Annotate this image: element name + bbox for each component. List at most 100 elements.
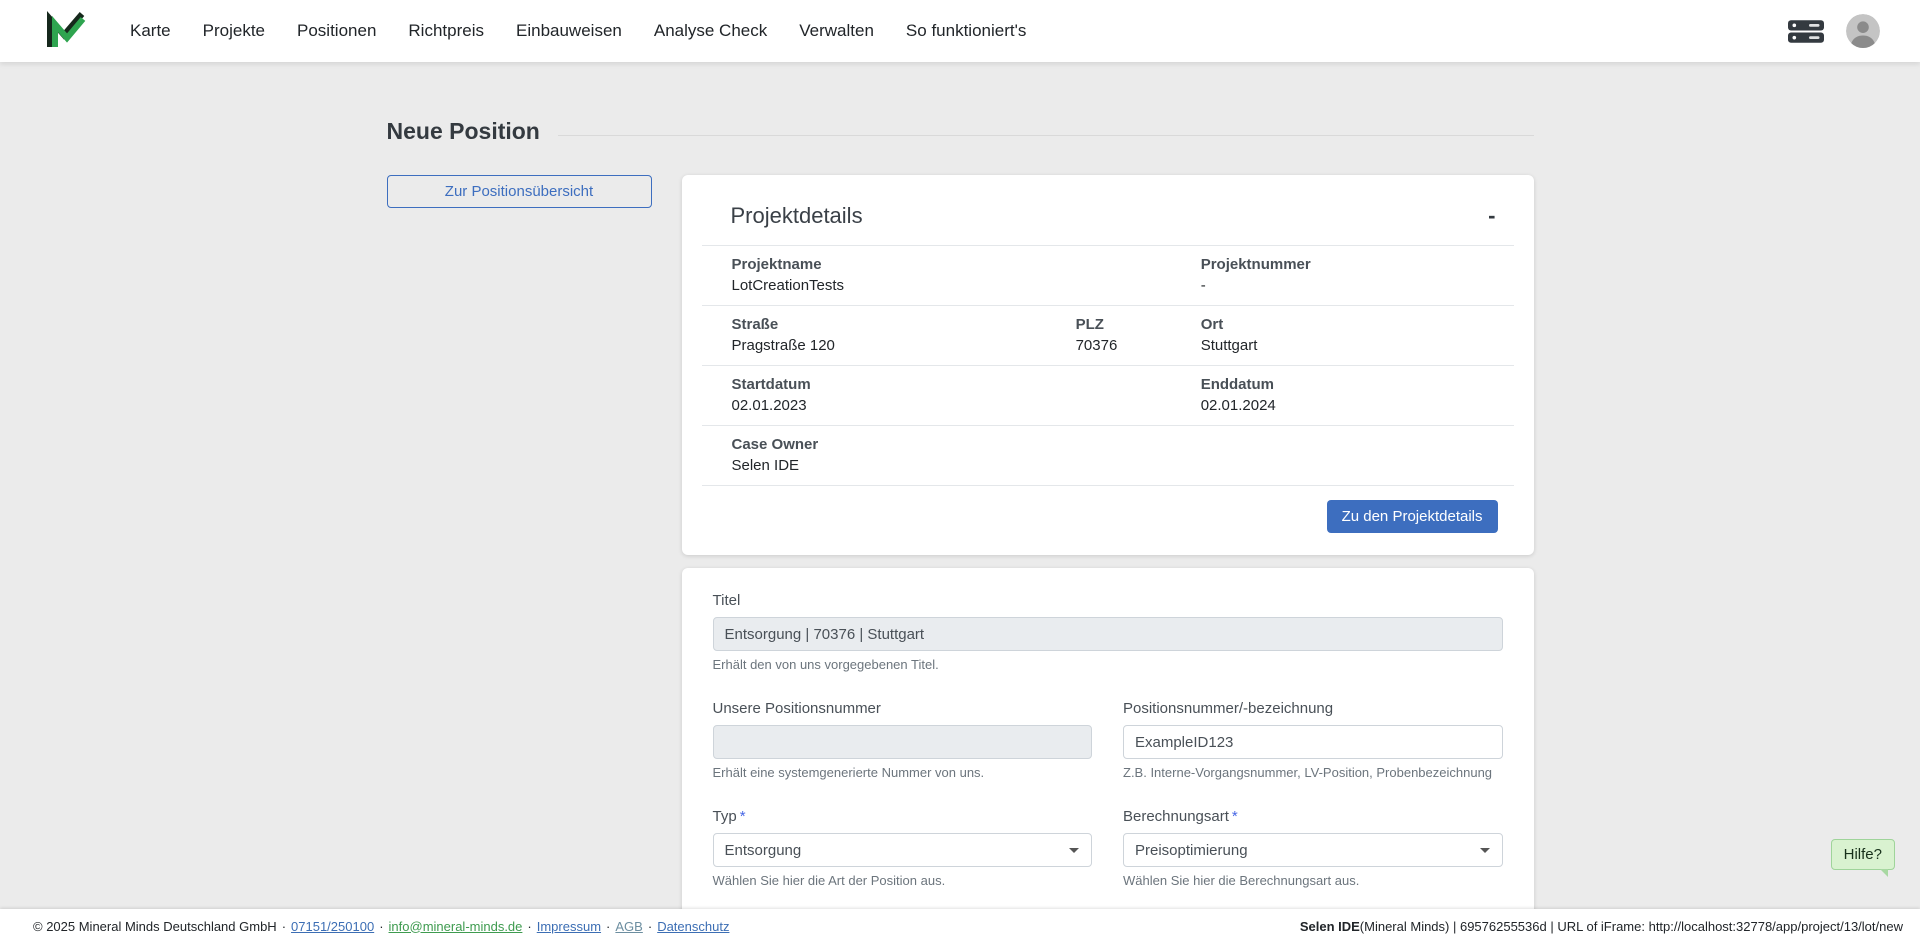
nav-item-analyse-check[interactable]: Analyse Check bbox=[638, 0, 783, 62]
titel-group: Titel Erhält den von uns vorgegebenen Ti… bbox=[713, 592, 1503, 672]
separator: · bbox=[527, 919, 531, 934]
berechnungsart-group: Berechnungsart* Preisoptimierung Wählen … bbox=[1123, 808, 1503, 888]
impressum-link[interactable]: Impressum bbox=[537, 919, 601, 934]
project-details-title: Projektdetails bbox=[731, 203, 863, 229]
bezeichnung-group: Positionsnummer/-bezeichnung Z.B. Intern… bbox=[1123, 700, 1503, 780]
project-details-link-button[interactable]: Zu den Projektdetails bbox=[1327, 500, 1498, 533]
email-link[interactable]: info@mineral-minds.de bbox=[389, 919, 523, 934]
field-projektnummer: Projektnummer - bbox=[1201, 256, 1514, 294]
field-value: LotCreationTests bbox=[732, 277, 1201, 294]
user-avatar[interactable] bbox=[1846, 14, 1880, 48]
chevron-down-icon bbox=[1069, 848, 1079, 853]
project-details-header: Projektdetails - bbox=[682, 175, 1534, 245]
nav-item-richtpreis[interactable]: Richtpreis bbox=[392, 0, 500, 62]
project-details-actions: Zu den Projektdetails bbox=[682, 486, 1534, 555]
field-label: PLZ bbox=[1076, 316, 1201, 333]
field-value: 70376 bbox=[1076, 337, 1201, 354]
nav-item-positionen[interactable]: Positionen bbox=[281, 0, 392, 62]
field-projektname: Projektname LotCreationTests bbox=[732, 256, 1201, 294]
session-info: (Mineral Minds) | 69576255536d | URL of … bbox=[1360, 919, 1903, 934]
table-row: Startdatum 02.01.2023 Enddatum 02.01.202… bbox=[702, 365, 1514, 425]
table-row: Case Owner Selen IDE bbox=[702, 425, 1514, 486]
typ-label: Typ* bbox=[713, 808, 1093, 825]
titel-help: Erhält den von uns vorgegebenen Titel. bbox=[713, 657, 1503, 672]
title-divider bbox=[558, 135, 1534, 136]
main-content: Neue Position Zur Positionsübersicht Pro… bbox=[387, 62, 1534, 943]
field-ort: Ort Stuttgart bbox=[1201, 316, 1514, 354]
title-row: Neue Position bbox=[387, 118, 1534, 145]
copyright-text: © 2025 Mineral Minds Deutschland GmbH bbox=[33, 919, 277, 934]
typ-select[interactable]: Entsorgung bbox=[713, 833, 1093, 867]
nav-item-projekte[interactable]: Projekte bbox=[187, 0, 281, 62]
berechnungsart-label: Berechnungsart* bbox=[1123, 808, 1503, 825]
field-value: Selen IDE bbox=[732, 457, 1514, 474]
required-mark: * bbox=[1232, 808, 1238, 825]
logo-icon bbox=[44, 10, 86, 52]
separator: · bbox=[606, 919, 610, 934]
footer-right: Selen IDE (Mineral Minds) | 69576255536d… bbox=[1300, 919, 1903, 934]
bezeichnung-help: Z.B. Interne-Vorgangsnummer, LV-Position… bbox=[1123, 765, 1503, 780]
top-navbar: Karte Projekte Positionen Richtpreis Ein… bbox=[0, 0, 1920, 62]
field-enddatum: Enddatum 02.01.2024 bbox=[1201, 376, 1514, 414]
field-label: Ort bbox=[1201, 316, 1514, 333]
field-label: Startdatum bbox=[732, 376, 1201, 393]
left-column: Zur Positionsübersicht bbox=[387, 175, 652, 208]
table-row: Straße Pragstraße 120 PLZ 70376 Ort Stut… bbox=[702, 305, 1514, 365]
field-value: - bbox=[1201, 277, 1514, 294]
separator: · bbox=[282, 919, 286, 934]
field-value: 02.01.2024 bbox=[1201, 397, 1514, 414]
field-strasse: Straße Pragstraße 120 bbox=[732, 316, 1076, 354]
berechnungsart-help: Wählen Sie hier die Berechnungsart aus. bbox=[1123, 873, 1503, 888]
position-form-card: Titel Erhält den von uns vorgegebenen Ti… bbox=[682, 568, 1534, 943]
field-case-owner: Case Owner Selen IDE bbox=[732, 436, 1514, 474]
nav-item-einbauweisen[interactable]: Einbauweisen bbox=[500, 0, 638, 62]
field-label: Case Owner bbox=[732, 436, 1514, 453]
nav-item-karte[interactable]: Karte bbox=[114, 0, 187, 62]
positionsnummer-group: Unsere Positionsnummer Erhält eine syste… bbox=[713, 700, 1093, 780]
field-label: Enddatum bbox=[1201, 376, 1514, 393]
typ-group: Typ* Entsorgung Wählen Sie hier die Art … bbox=[713, 808, 1093, 888]
field-value: Stuttgart bbox=[1201, 337, 1514, 354]
form-grid: Unsere Positionsnummer Erhält eine syste… bbox=[713, 700, 1503, 916]
server-icon[interactable] bbox=[1788, 19, 1824, 44]
field-label: Projektname bbox=[732, 256, 1201, 273]
footer: © 2025 Mineral Minds Deutschland GmbH · … bbox=[0, 909, 1920, 943]
separator: · bbox=[379, 919, 383, 934]
project-details-table: Projektname LotCreationTests Projektnumm… bbox=[702, 245, 1514, 486]
mineral-minds-logo[interactable] bbox=[44, 10, 86, 52]
phone-link[interactable]: 07151/250100 bbox=[291, 919, 374, 934]
field-plz: PLZ 70376 bbox=[1076, 316, 1201, 354]
titel-label: Titel bbox=[713, 592, 1503, 609]
positionsnummer-label: Unsere Positionsnummer bbox=[713, 700, 1093, 717]
positionsnummer-input bbox=[713, 725, 1093, 759]
required-mark: * bbox=[740, 808, 746, 825]
help-button[interactable]: Hilfe? bbox=[1831, 839, 1895, 870]
positionsnummer-help: Erhält eine systemgenerierte Nummer von … bbox=[713, 765, 1093, 780]
bezeichnung-label: Positionsnummer/-bezeichnung bbox=[1123, 700, 1503, 717]
main-nav: Karte Projekte Positionen Richtpreis Ein… bbox=[114, 0, 1042, 62]
field-label: Straße bbox=[732, 316, 1076, 333]
berechnungsart-select[interactable]: Preisoptimierung bbox=[1123, 833, 1503, 867]
berechnungsart-select-value: Preisoptimierung bbox=[1135, 842, 1248, 859]
navbar-right bbox=[1788, 14, 1880, 48]
typ-select-value: Entsorgung bbox=[725, 842, 802, 859]
nav-item-verwalten[interactable]: Verwalten bbox=[783, 0, 890, 62]
nav-item-so-funktionierts[interactable]: So funktioniert's bbox=[890, 0, 1042, 62]
agb-link[interactable]: AGB bbox=[615, 919, 642, 934]
help-button-label: Hilfe? bbox=[1844, 846, 1882, 863]
session-user: Selen IDE bbox=[1300, 919, 1360, 934]
page-layout: Zur Positionsübersicht Projektdetails - … bbox=[387, 175, 1534, 943]
footer-left: © 2025 Mineral Minds Deutschland GmbH · … bbox=[33, 919, 729, 934]
typ-help: Wählen Sie hier die Art der Position aus… bbox=[713, 873, 1093, 888]
bezeichnung-input[interactable] bbox=[1123, 725, 1503, 759]
right-column: Projektdetails - Projektname LotCreation… bbox=[682, 175, 1534, 943]
table-row: Projektname LotCreationTests Projektnumm… bbox=[702, 245, 1514, 305]
field-label: Projektnummer bbox=[1201, 256, 1514, 273]
separator: · bbox=[648, 919, 652, 934]
positions-overview-button[interactable]: Zur Positionsübersicht bbox=[387, 175, 652, 208]
titel-input bbox=[713, 617, 1503, 651]
page-title: Neue Position bbox=[387, 118, 540, 145]
field-startdatum: Startdatum 02.01.2023 bbox=[732, 376, 1201, 414]
datenschutz-link[interactable]: Datenschutz bbox=[657, 919, 729, 934]
collapse-button[interactable]: - bbox=[1488, 205, 1495, 227]
